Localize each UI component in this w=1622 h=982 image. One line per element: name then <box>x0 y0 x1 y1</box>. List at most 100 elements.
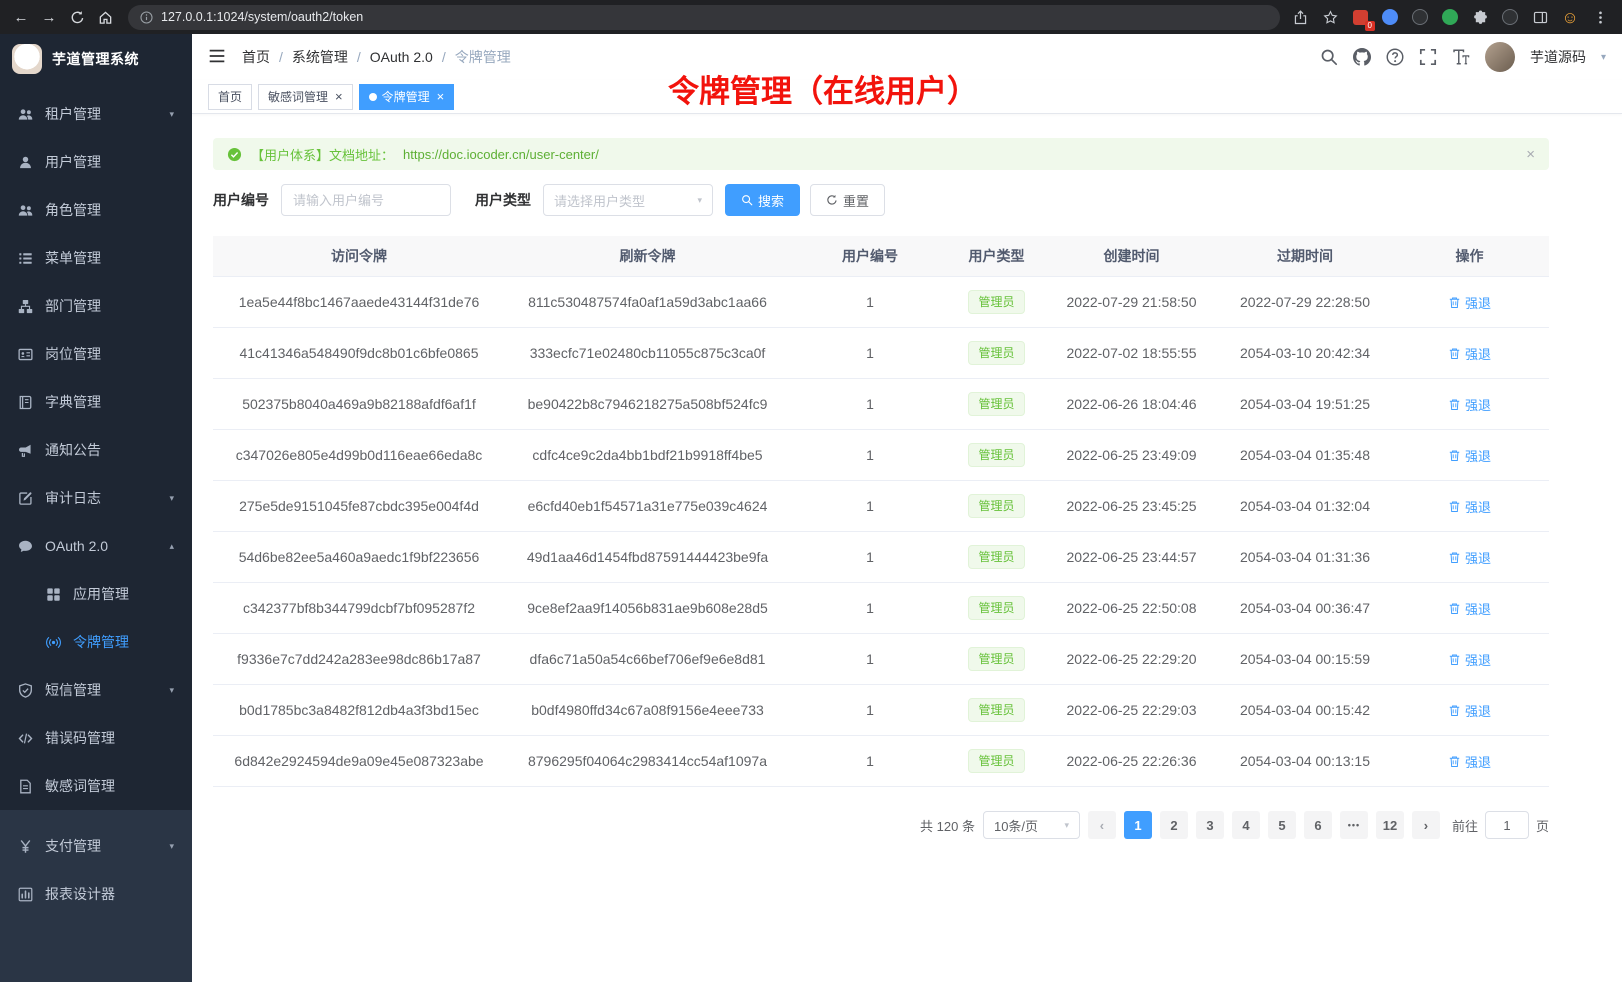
last-page-button[interactable]: 12 <box>1376 811 1404 839</box>
breadcrumb-item[interactable]: 系统管理 <box>292 47 348 67</box>
force-logout-button[interactable]: 强退 <box>1448 701 1491 720</box>
extensions-puzzle-icon[interactable] <box>1470 7 1490 27</box>
user-type-tag: 管理员 <box>968 443 1024 467</box>
sidebar-item-sensitive-word[interactable]: 敏感词管理 <box>0 762 192 810</box>
force-logout-button[interactable]: 强退 <box>1448 293 1491 312</box>
sidebar-item-tenant[interactable]: 租户管理 ▾ <box>0 90 192 138</box>
prev-page-button[interactable]: ‹ <box>1088 811 1116 839</box>
table-row: 275e5de9151045fe87cbdc395e004f4d e6cfd40… <box>213 481 1549 532</box>
force-logout-label: 强退 <box>1465 293 1491 312</box>
browser-profile-avatar[interactable]: ☺ <box>1560 7 1580 27</box>
page-jump-input[interactable] <box>1485 811 1529 839</box>
sidebar-item-dept[interactable]: 部门管理 <box>0 282 192 330</box>
fullscreen-icon[interactable] <box>1419 48 1437 66</box>
sidebar-item-dict[interactable]: 字典管理 <box>0 378 192 426</box>
user-type-tag: 管理员 <box>968 698 1024 722</box>
app-logo-row[interactable]: 芋道管理系统 <box>0 34 192 84</box>
user-type-select[interactable]: 请选择用户类型 ▾ <box>543 184 713 216</box>
breadcrumb-item[interactable]: OAuth 2.0 <box>370 49 433 65</box>
search-button[interactable]: 搜索 <box>725 184 800 216</box>
force-logout-button[interactable]: 强退 <box>1448 344 1491 363</box>
browser-menu-icon[interactable] <box>1590 7 1610 27</box>
access-token-cell: 502375b8040a469a9b82188afdf6af1f <box>213 379 505 430</box>
tab-close-icon[interactable]: × <box>335 90 343 103</box>
create-time-cell: 2022-06-25 22:26:36 <box>1043 736 1220 787</box>
page-button-5[interactable]: 5 <box>1268 811 1296 839</box>
sidebar-item-error-code[interactable]: 错误码管理 <box>0 714 192 762</box>
sidebar-item-oauth2[interactable]: OAuth 2.0 ▴ <box>0 522 192 570</box>
user-menu-caret-icon[interactable]: ▾ <box>1601 52 1606 63</box>
page-button-3[interactable]: 3 <box>1196 811 1224 839</box>
force-logout-button[interactable]: 强退 <box>1448 446 1491 465</box>
action-cell: 强退 <box>1390 583 1549 634</box>
page-ellipsis-button[interactable]: ••• <box>1340 811 1368 839</box>
sidebar-item-label: 部门管理 <box>45 296 174 316</box>
access-token-cell: 275e5de9151045fe87cbdc395e004f4d <box>213 481 505 532</box>
browser-home-icon[interactable] <box>92 4 118 30</box>
browser-reload-icon[interactable] <box>64 4 90 30</box>
table-body: 1ea5e44f8bc1467aaede43144f31de76 811c530… <box>213 277 1549 787</box>
extension-icon-blue[interactable] <box>1380 7 1400 27</box>
github-icon[interactable] <box>1353 48 1371 66</box>
reset-button[interactable]: 重置 <box>810 184 885 216</box>
page-button-2[interactable]: 2 <box>1160 811 1188 839</box>
search-icon[interactable] <box>1320 48 1338 66</box>
sidebar-item-sms[interactable]: 短信管理 ▾ <box>0 666 192 714</box>
force-logout-button[interactable]: 强退 <box>1448 752 1491 771</box>
tab-home[interactable]: 首页 <box>208 84 252 110</box>
next-page-button[interactable]: › <box>1412 811 1440 839</box>
force-logout-button[interactable]: 强退 <box>1448 497 1491 516</box>
sidebar-subitem-oauth2-application[interactable]: 应用管理 <box>0 570 192 618</box>
force-logout-button[interactable]: 强退 <box>1448 395 1491 414</box>
jump-suffix-label: 页 <box>1536 816 1549 835</box>
user-name[interactable]: 芋道源码 <box>1530 47 1586 67</box>
refresh-icon <box>826 194 838 206</box>
sidebar-item-user[interactable]: 用户管理 <box>0 138 192 186</box>
font-size-icon[interactable] <box>1452 48 1470 66</box>
help-icon[interactable] <box>1386 48 1404 66</box>
extension-icon-red[interactable]: 0 <box>1350 7 1370 27</box>
tab-close-icon[interactable]: × <box>437 90 445 103</box>
extension-icon-dark[interactable] <box>1410 7 1430 27</box>
user-avatar[interactable] <box>1485 42 1515 72</box>
tab-sensitive-word[interactable]: 敏感词管理 × <box>258 84 353 110</box>
force-logout-label: 强退 <box>1465 497 1491 516</box>
force-logout-button[interactable]: 强退 <box>1448 599 1491 618</box>
extension-icon-green[interactable] <box>1440 7 1460 27</box>
sidebar-item-role[interactable]: 角色管理 <box>0 186 192 234</box>
create-time-cell: 2022-06-26 18:04:46 <box>1043 379 1220 430</box>
side-panel-icon[interactable] <box>1530 7 1550 27</box>
sidebar-item-audit-log[interactable]: 审计日志 ▾ <box>0 474 192 522</box>
force-logout-button[interactable]: 强退 <box>1448 548 1491 567</box>
extension-icon-gray[interactable] <box>1500 7 1520 27</box>
sidebar-item-report-designer[interactable]: 报表设计器 <box>0 870 192 918</box>
sidebar-item-menu[interactable]: 菜单管理 <box>0 234 192 282</box>
browser-forward-icon[interactable]: → <box>36 4 62 30</box>
page-button-1[interactable]: 1 <box>1124 811 1152 839</box>
sidebar-item-notice[interactable]: 通知公告 <box>0 426 192 474</box>
site-info-icon[interactable] <box>140 11 153 24</box>
page-button-4[interactable]: 4 <box>1232 811 1260 839</box>
expire-time-cell: 2054-03-10 20:42:34 <box>1220 328 1390 379</box>
sidebar-item-pay[interactable]: 支付管理 ▾ <box>0 822 192 870</box>
force-logout-button[interactable]: 强退 <box>1448 650 1491 669</box>
user-id-input[interactable] <box>281 184 451 216</box>
alert-close-icon[interactable]: × <box>1526 146 1535 163</box>
magnifier-icon <box>741 194 753 206</box>
page-size-select[interactable]: 10条/页 ▾ <box>983 811 1080 839</box>
breadcrumb-item[interactable]: 首页 <box>242 47 270 67</box>
action-cell: 强退 <box>1390 379 1549 430</box>
sidebar-toggle-icon[interactable] <box>208 47 228 67</box>
url-bar[interactable]: 127.0.0.1:1024/system/oauth2/token <box>128 5 1280 30</box>
share-icon[interactable] <box>1290 7 1310 27</box>
trash-icon <box>1448 551 1461 564</box>
browser-back-icon[interactable]: ← <box>8 4 34 30</box>
bookmark-star-icon[interactable] <box>1320 7 1340 27</box>
page-button-6[interactable]: 6 <box>1304 811 1332 839</box>
doc-link[interactable]: https://doc.iocoder.cn/user-center/ <box>403 147 599 162</box>
sidebar-subitem-oauth2-token[interactable]: 令牌管理 <box>0 618 192 666</box>
tab-oauth2-token[interactable]: 令牌管理 × <box>359 84 455 110</box>
sidebar-item-post[interactable]: 岗位管理 <box>0 330 192 378</box>
refresh-token-cell: 49d1aa46d1454fbd87591444423be9fa <box>505 532 790 583</box>
user-id-cell: 1 <box>790 328 950 379</box>
